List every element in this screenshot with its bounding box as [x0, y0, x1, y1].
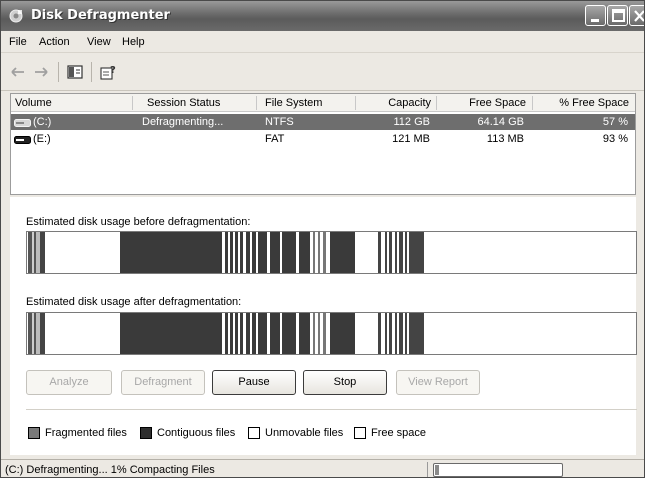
stop-button[interactable]: Stop	[303, 370, 387, 395]
minimize-button[interactable]	[585, 5, 606, 26]
column-header-percent-free[interactable]: % Free Space	[534, 97, 629, 109]
legend-fragmented: Fragmented files	[45, 427, 127, 439]
menu-action[interactable]: Action	[39, 36, 70, 48]
console-tree-icon[interactable]	[67, 64, 83, 80]
defrag-app-icon	[8, 8, 24, 24]
after-label: Estimated disk usage after defragmentati…	[26, 296, 242, 308]
menu-file[interactable]: File	[9, 36, 27, 48]
title-bar[interactable]: Disk Defragmenter	[1, 1, 644, 31]
status-divider	[427, 462, 428, 477]
close-button[interactable]	[629, 5, 644, 26]
volume-name: (E:)	[33, 133, 51, 145]
back-arrow-icon[interactable]	[10, 64, 26, 80]
percent-free: 57 %	[602, 116, 628, 128]
unmovable-files-swatch	[248, 427, 260, 439]
disk-defragmenter-window: Disk Defragmenter File Action View Help	[0, 0, 645, 478]
column-divider[interactable]	[256, 96, 257, 110]
after-usage-bar	[26, 312, 637, 355]
legend-unmovable: Unmovable files	[265, 427, 344, 439]
maximize-button[interactable]	[607, 5, 628, 26]
session-status: Defragmenting...	[142, 116, 224, 128]
legend-free-space: Free space	[371, 427, 427, 439]
file-system: NTFS	[265, 116, 294, 128]
column-divider[interactable]	[132, 96, 133, 110]
before-label: Estimated disk usage before defragmentat…	[26, 216, 251, 228]
svg-text:?: ?	[110, 65, 116, 76]
column-header-free-space[interactable]: Free Space	[438, 97, 526, 109]
progress-fill	[435, 465, 439, 475]
file-system: FAT	[265, 133, 285, 145]
hard-drive-icon	[14, 118, 31, 127]
column-divider[interactable]	[436, 96, 437, 110]
column-header-session-status[interactable]: Session Status	[147, 97, 220, 109]
status-text: (C:) Defragmenting... 1% Compacting File…	[5, 464, 215, 476]
list-header: Volume Session Status File System Capaci…	[11, 94, 635, 112]
window-title: Disk Defragmenter	[31, 8, 170, 23]
menu-bar: File Action View Help	[1, 31, 644, 53]
fragmented-files-swatch	[28, 427, 40, 439]
free-space: 113 MB	[486, 133, 524, 145]
hard-drive-icon	[14, 135, 31, 144]
analyze-button[interactable]: Analyze	[26, 370, 112, 395]
legend-contiguous: Contiguous files	[157, 427, 236, 439]
column-header-file-system[interactable]: File System	[265, 97, 322, 109]
defragment-button[interactable]: Defragment	[121, 370, 205, 395]
contiguous-files-swatch	[140, 427, 152, 439]
percent-free: 93 %	[602, 133, 628, 145]
before-usage-bar	[26, 231, 637, 274]
view-report-button[interactable]: View Report	[396, 370, 480, 395]
progress-bar	[433, 463, 563, 477]
volume-name: (C:)	[33, 116, 52, 128]
toolbar-separator	[58, 62, 59, 82]
free-space: 64.14 GB	[477, 116, 524, 128]
volume-row-c[interactable]: (C:) Defragmenting... NTFS 112 GB 64.14 …	[11, 114, 635, 130]
column-divider[interactable]	[532, 96, 533, 110]
toolbar-separator	[91, 62, 92, 82]
column-divider[interactable]	[355, 96, 356, 110]
free-space-swatch	[354, 427, 366, 439]
volume-row-e[interactable]: (E:) FAT 121 MB 113 MB 93 %	[11, 131, 635, 147]
menu-view[interactable]: View	[87, 36, 111, 48]
menu-help[interactable]: Help	[122, 36, 145, 48]
capacity: 112 GB	[393, 116, 431, 128]
column-header-capacity[interactable]: Capacity	[357, 97, 431, 109]
status-bar: (C:) Defragmenting... 1% Compacting File…	[1, 459, 644, 477]
help-properties-icon[interactable]: ?	[100, 64, 118, 80]
after-usage-graphic	[27, 313, 636, 354]
before-usage-graphic	[27, 232, 636, 273]
volume-list[interactable]: Volume Session Status File System Capaci…	[10, 93, 636, 195]
forward-arrow-icon[interactable]	[33, 64, 49, 80]
column-header-volume[interactable]: Volume	[15, 97, 52, 109]
toolbar: ?	[1, 53, 644, 91]
pause-button[interactable]: Pause	[212, 370, 296, 395]
capacity: 121 MB	[392, 133, 430, 145]
divider	[26, 409, 637, 410]
